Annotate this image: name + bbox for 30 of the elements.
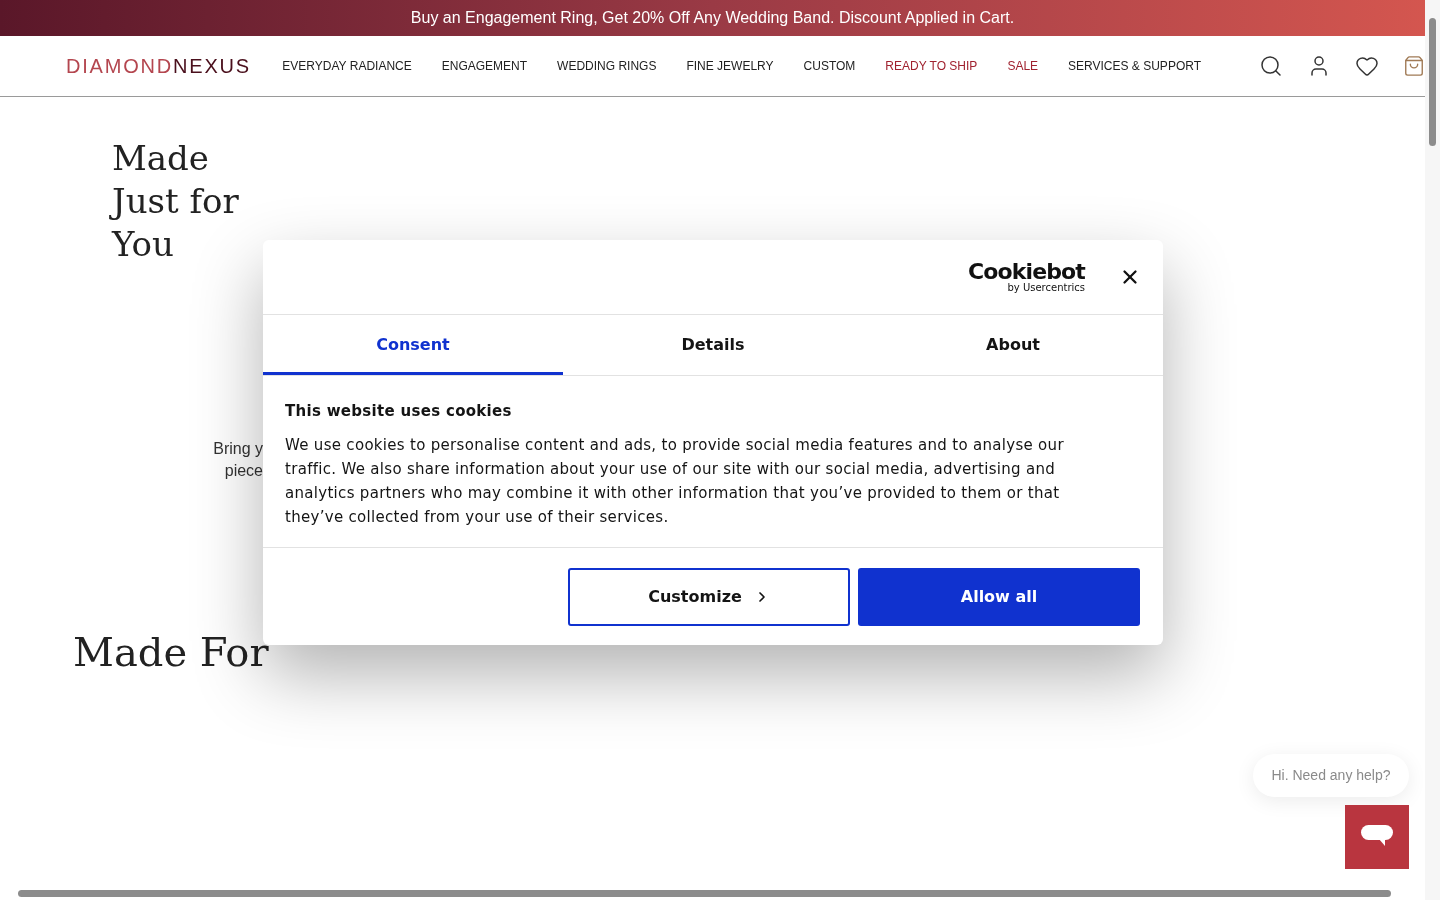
nav-link[interactable]: ENGAGEMENT (441, 57, 528, 75)
nav-link[interactable]: READY TO SHIP (885, 57, 978, 75)
search-icon[interactable] (1259, 54, 1283, 78)
nav-link[interactable]: FINE JEWELRY (686, 57, 774, 75)
allow-all-button[interactable]: Allow all (858, 567, 1140, 626)
hero-subtitle: Bring y (213, 439, 263, 459)
customize-button[interactable]: Customize (568, 567, 850, 626)
nav-link[interactable]: WEDDING RINGS (557, 57, 657, 75)
heart-icon[interactable] (1355, 54, 1379, 78)
dialog-heading: This website uses cookies (285, 401, 513, 422)
hero-title: Made (112, 137, 210, 180)
cookiebot-tagline: by Usercentrics (1007, 283, 1085, 293)
vertical-scrollbar[interactable] (1425, 0, 1440, 900)
chat-greeting[interactable]: Hi. Need any help? (1253, 754, 1409, 797)
dialog-tab[interactable]: About (863, 315, 1163, 375)
hero-subtitle: piece (224, 461, 263, 481)
dialog-tab[interactable]: Consent (263, 315, 563, 375)
logo[interactable]: DIAMONDNEXUS (66, 51, 283, 81)
nav-link[interactable]: SERVICES & SUPPORT (1068, 57, 1201, 75)
chat-button[interactable] (1345, 805, 1409, 869)
bag-icon[interactable] (1403, 55, 1425, 77)
nav-link[interactable]: SALE (1007, 57, 1039, 75)
section-title: Made For (72, 628, 270, 677)
cookiebot-logo: Cookiebot (968, 261, 1085, 283)
dialog-body: We use cookies to personalise content and ads, to provide social media features and to analyse our traffic. We also share information about your use of our site with our social media, advertising and analytics partners who may combine it with other information that you’ve provided to them or that they’ve collected from your use of their services. (285, 434, 1065, 528)
nav-link[interactable]: EVERYDAY RADIANCE (282, 57, 412, 75)
dialog-tab[interactable]: Details (563, 315, 863, 375)
hero-title: You (112, 223, 175, 266)
promo-banner: Buy an Engagement Ring, Get 20% Off Any Wedding Band. Discount Applied in Cart. (0, 0, 1425, 36)
nav-link[interactable]: CUSTOM (803, 57, 856, 75)
